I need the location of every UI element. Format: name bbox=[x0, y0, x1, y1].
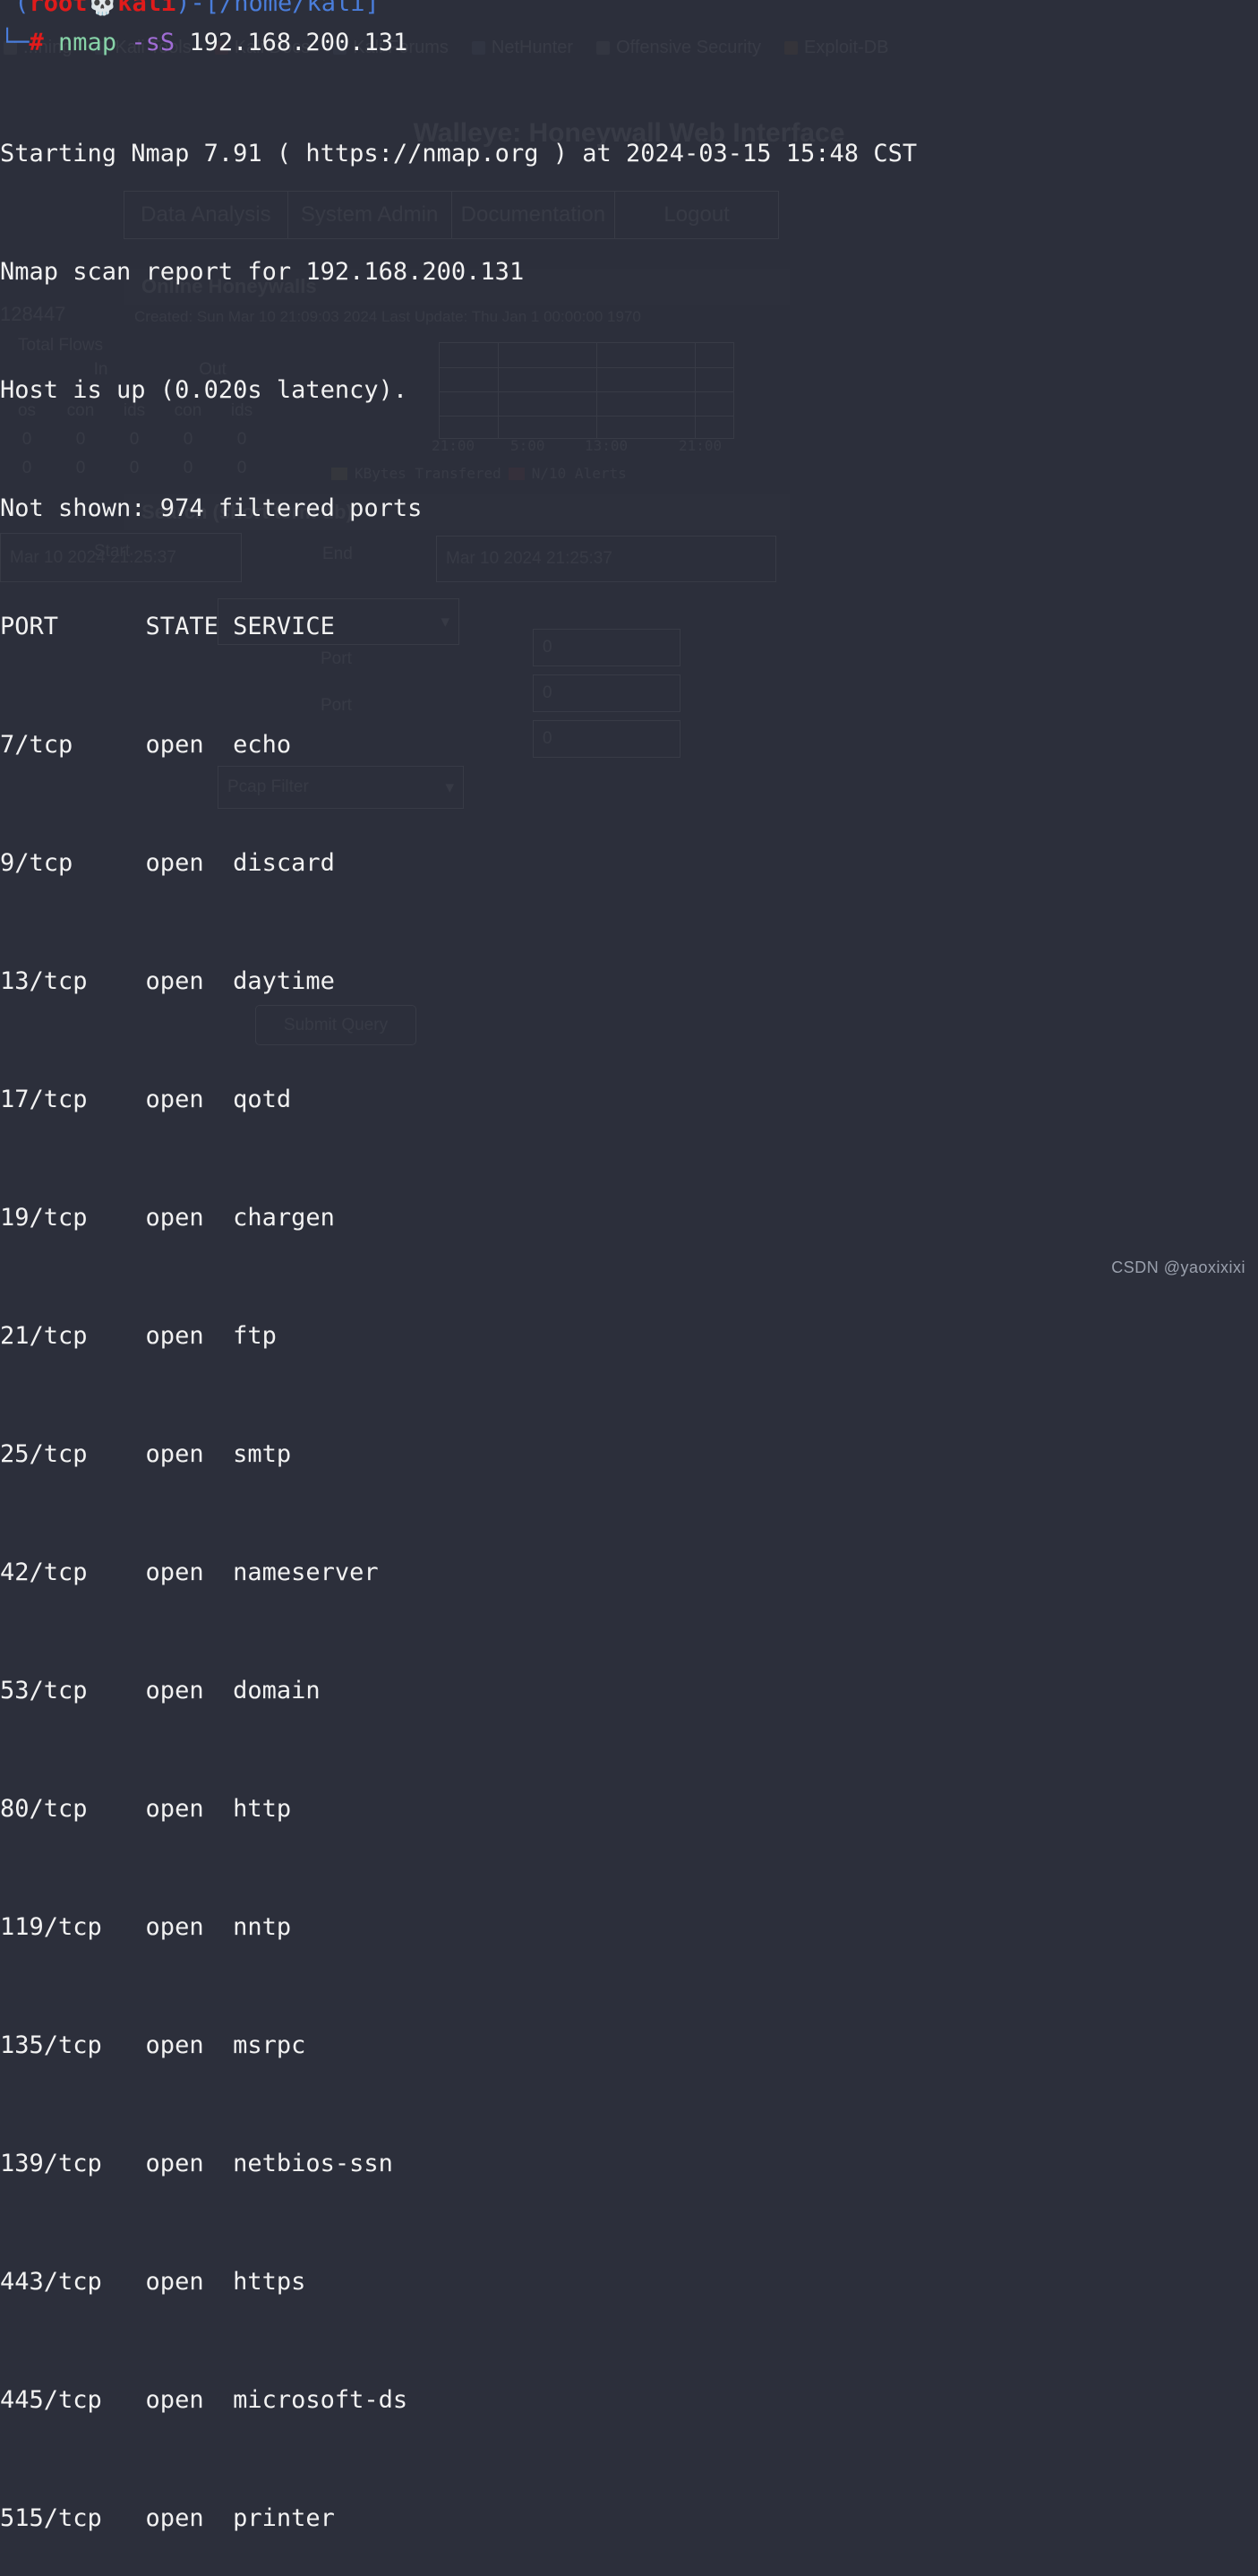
terminal-line: 445/tcp open microsoft-ds bbox=[0, 2386, 408, 2414]
command-target: 192.168.200.131 bbox=[189, 29, 408, 56]
terminal-line: 80/tcp open http bbox=[0, 1795, 292, 1823]
prompt-open-paren: ( bbox=[14, 0, 30, 17]
terminal-line: 7/tcp open echo bbox=[0, 731, 292, 759]
terminal-line: 17/tcp open qotd bbox=[0, 1086, 292, 1113]
terminal-line: Starting Nmap 7.91 ( https://nmap.org ) … bbox=[0, 140, 918, 167]
terminal-line: 135/tcp open msrpc bbox=[0, 2031, 306, 2059]
terminal-line: Not shown: 974 filtered ports bbox=[0, 494, 423, 522]
terminal-line: 119/tcp open nntp bbox=[0, 1913, 292, 1941]
prompt-corner-icon: └─ bbox=[0, 29, 30, 56]
prompt-close-paren: )- bbox=[175, 0, 205, 17]
terminal-line: 13/tcp open daytime bbox=[0, 967, 335, 995]
terminal-line: Host is up (0.020s latency). bbox=[0, 376, 408, 404]
prompt-user: root bbox=[29, 0, 88, 17]
skull-icon: 💀 bbox=[87, 0, 118, 17]
prompt-path: [/home/kali] bbox=[204, 0, 380, 17]
prompt-host: kali bbox=[117, 0, 176, 17]
terminal-line: 139/tcp open netbios-ssn bbox=[0, 2150, 393, 2177]
prompt-hash: # bbox=[29, 29, 44, 56]
terminal-line: 53/tcp open domain bbox=[0, 1677, 321, 1704]
terminal-line: 19/tcp open chargen bbox=[0, 1204, 335, 1232]
terminal-line: 42/tcp open nameserver bbox=[0, 1558, 379, 1586]
terminal-scrollback: Starting Nmap 7.91 ( https://nmap.org ) … bbox=[0, 56, 1258, 2576]
csdn-watermark: CSDN @yaoxixixi bbox=[1111, 1258, 1245, 1276]
terminal-prompt-line-1: (root💀kali)-[/home/kali] bbox=[0, 0, 380, 23]
terminal-line: 9/tcp open discard bbox=[0, 849, 335, 877]
terminal-line: 515/tcp open printer bbox=[0, 2504, 335, 2532]
command-flag: -sS bbox=[131, 29, 175, 56]
terminal-line: Nmap scan report for 192.168.200.131 bbox=[0, 258, 525, 286]
terminal-line: 25/tcp open smtp bbox=[0, 1440, 292, 1468]
command-name: nmap bbox=[58, 29, 117, 56]
terminal-line: PORT STATE SERVICE bbox=[0, 613, 335, 640]
terminal-line: 21/tcp open ftp bbox=[0, 1322, 277, 1350]
terminal-line: 443/tcp open https bbox=[0, 2268, 306, 2296]
terminal-output: (root💀kali)-[/home/kali] └─# nmap -sS 19… bbox=[0, 0, 1258, 2532]
